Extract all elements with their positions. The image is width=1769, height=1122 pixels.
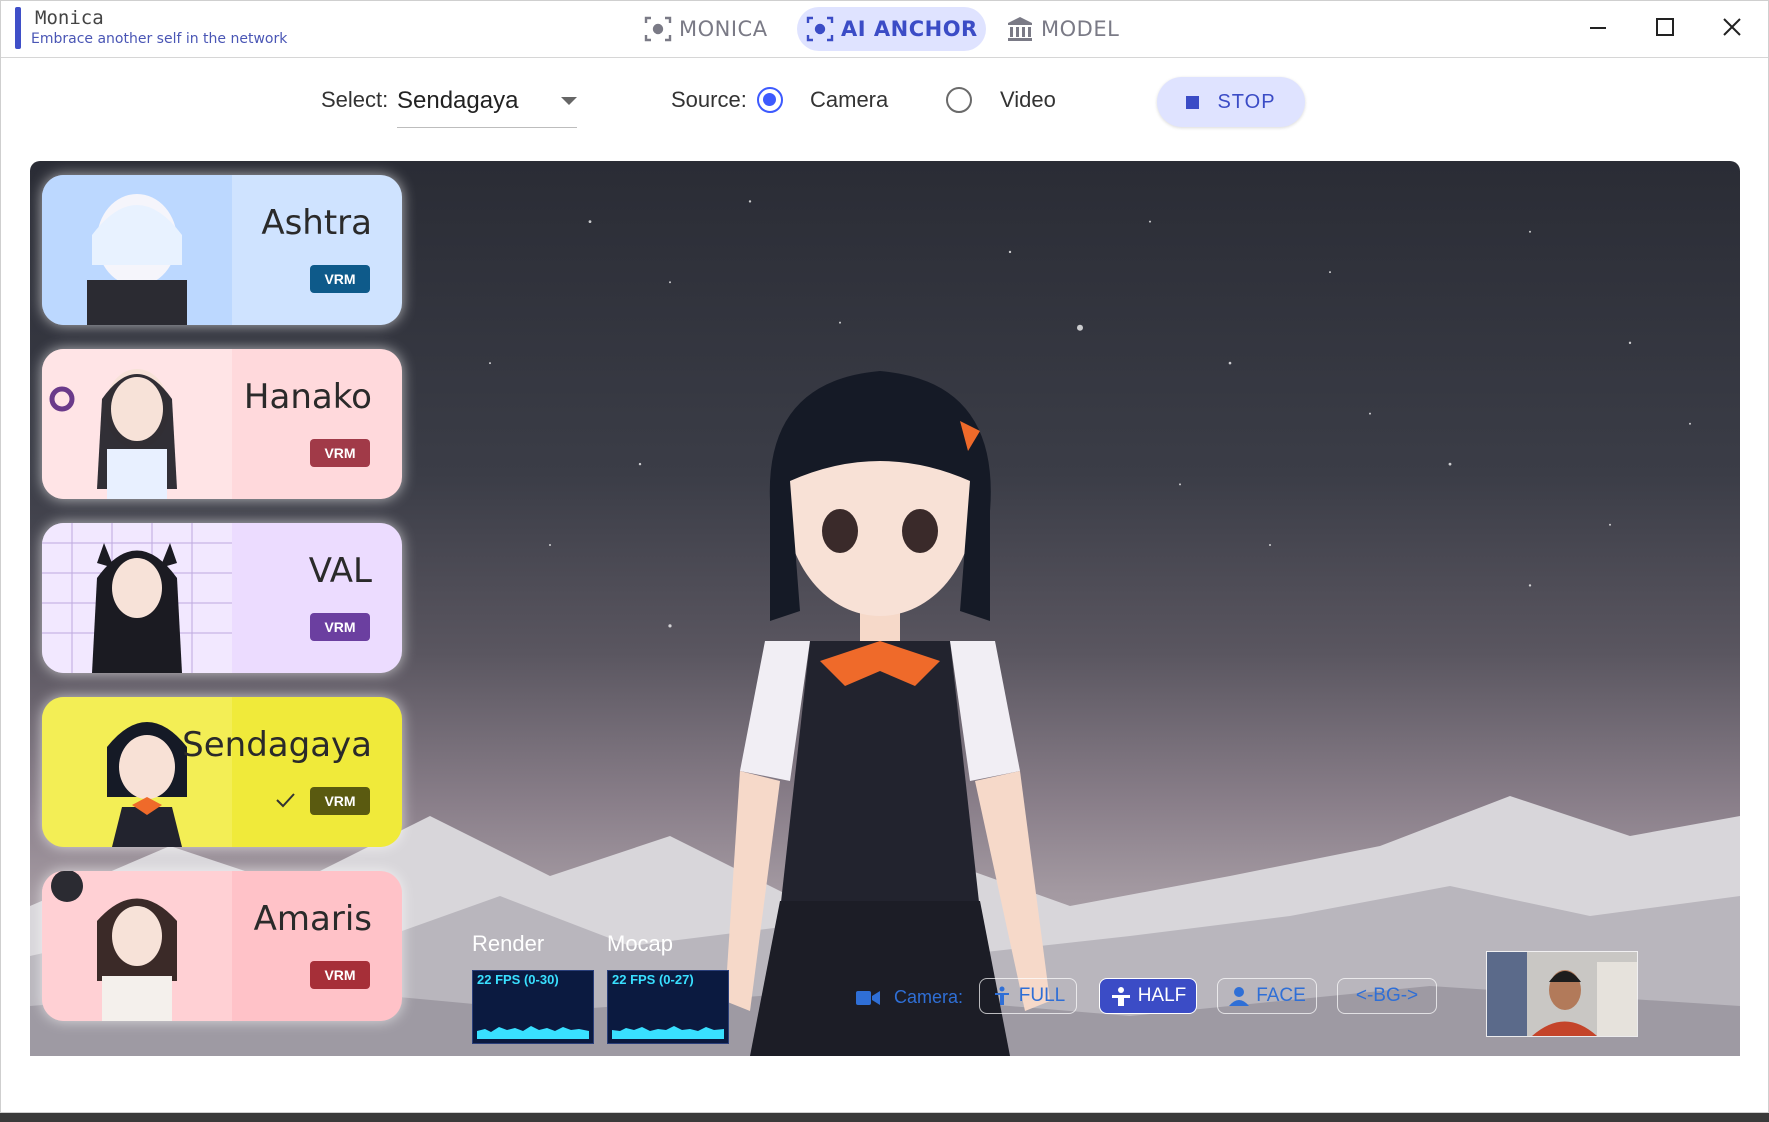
stop-icon [1186,95,1200,109]
museum-icon [1008,17,1032,41]
source-camera-label[interactable]: Camera [810,87,888,113]
app-name: Monica [35,7,104,29]
model-name: VAL [308,551,372,591]
maximize-button[interactable] [1643,9,1687,45]
model-card-sendagaya[interactable]: Sendagaya VRM [42,697,402,847]
stop-button-label: STOP [1217,90,1276,113]
model-name: Amaris [253,899,372,939]
mocap-fps-text: 22 FPS (0-27) [612,972,694,987]
source-camera-radio[interactable] [757,87,783,113]
camera-half-label: HALF [1137,985,1187,1006]
mocap-label: Mocap [607,931,674,956]
vrm-badge: VRM [310,961,370,989]
maximize-icon [1656,18,1674,36]
close-button[interactable] [1710,9,1754,45]
mocap-fps-graph: 22 FPS (0-27) [607,970,729,1044]
model-name: Ashtra [261,203,372,243]
model-card-ashtra[interactable]: Ashtra VRM [42,175,402,325]
webcam-feed-image [1487,952,1637,1036]
app-tagline: Embrace another self in the network [31,31,288,47]
background-toggle-label: <-BG-> [1355,985,1419,1006]
model-select[interactable]: Sendagaya [397,81,577,128]
render-fps-sparkline [477,1026,589,1039]
tab-model[interactable]: MODEL [997,7,1127,51]
check-icon [276,793,295,808]
app-window: Monica Embrace another self in the netwo… [0,0,1769,1113]
camera-face-button[interactable]: FACE [1217,978,1317,1014]
title-bar: Monica Embrace another self in the netwo… [1,1,1768,58]
camera-full-button[interactable]: FULL [979,978,1077,1014]
select-label: Select: [321,87,389,112]
camera-face-label: FACE [1256,985,1306,1006]
source-label: Source: [671,87,747,112]
caret-down-icon [561,97,577,105]
model-select-value: Sendagaya [397,87,519,114]
amaris-portrait-image [42,871,232,1021]
vrm-badge: VRM [310,439,370,467]
focus-frame-icon [644,16,672,42]
hanako-portrait-image [42,349,232,499]
render-fps-text: 22 FPS (0-30) [477,972,559,987]
vrm-badge: VRM [310,613,370,641]
full-body-icon [994,986,1009,1005]
model-name: Sendagaya [182,725,372,765]
person-icon [1229,987,1250,1006]
minimize-icon [1590,27,1606,29]
mocap-fps-sparkline [612,1026,724,1039]
tab-monica[interactable]: MONICA [635,7,776,51]
sendagaya-portrait-image [42,697,232,847]
ashtra-portrait-image [42,175,232,325]
tab-ai-anchor-label: AI ANCHOR [841,17,978,41]
camera-mode-group: Camera: [856,987,963,1008]
model-card-amaris[interactable]: Amaris VRM [42,871,402,1021]
close-icon [1723,18,1741,36]
background-toggle-button[interactable]: <-BG-> [1337,978,1437,1014]
source-video-radio[interactable] [946,87,972,113]
source-video-label[interactable]: Video [1000,87,1056,113]
minimize-button[interactable] [1576,9,1620,45]
vrm-badge: VRM [310,787,370,815]
tab-model-label: MODEL [1041,17,1120,41]
model-card-val[interactable]: VAL VRM [42,523,402,673]
camera-half-button[interactable]: HALF [1099,978,1197,1014]
vrm-badge: VRM [310,265,370,293]
half-body-icon [1111,987,1130,1006]
preview-stage: Ashtra VRM Hanako VRM VAL VRM Sendagaya … [30,161,1740,1056]
camera-mode-label: Camera: [894,987,964,1007]
videocam-icon [856,990,880,1005]
val-portrait-image [42,523,232,673]
avatar-3d-model [725,371,1050,1056]
tab-monica-label: MONICA [679,17,768,41]
render-label: Render [472,931,545,956]
camera-full-label: FULL [1018,985,1066,1006]
stop-button[interactable]: STOP [1157,77,1305,127]
focus-frame-icon [806,16,834,42]
tab-ai-anchor[interactable]: AI ANCHOR [797,7,986,51]
model-card-hanako[interactable]: Hanako VRM [42,349,402,499]
model-name: Hanako [243,377,372,417]
render-fps-graph: 22 FPS (0-30) [472,970,594,1044]
brand-accent-bar [15,7,21,49]
webcam-preview [1486,951,1638,1037]
